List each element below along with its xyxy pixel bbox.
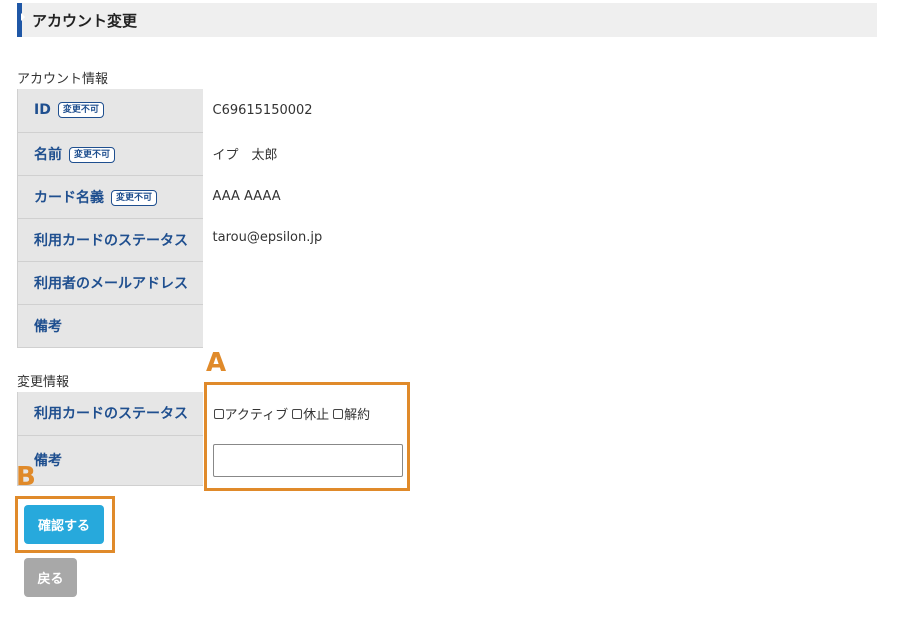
annotation-box-a: [204, 382, 410, 491]
row-value-id: C69615150002: [212, 103, 313, 118]
row-label-id: ID 変更不可: [17, 89, 203, 133]
annotation-label-a: A: [206, 348, 227, 378]
confirm-button[interactable]: 確認する: [24, 505, 104, 544]
row-label-name: 名前 変更不可: [17, 132, 203, 176]
account-info-section-label: アカウント情報: [17, 72, 109, 87]
row-value-email: tarou@epsilon.jp: [212, 230, 323, 245]
row-label-email: 利用者のメールアドレス: [17, 261, 203, 305]
header-notch: [21, 13, 25, 21]
locked-badge: 変更不可: [111, 189, 158, 206]
row-label-card-holder: カード名義 変更不可: [17, 175, 203, 219]
change-row-label-memo: 備考: [17, 435, 203, 486]
table-row: ID 変更不可 C69615150002: [17, 89, 323, 133]
row-value-name: イプ 太郎: [212, 148, 278, 163]
change-row-label-status: 利用カードのステータス: [17, 392, 203, 436]
change-info-section-label: 変更情報: [17, 375, 70, 390]
row-label-memo: 備考: [17, 304, 203, 348]
account-info-table: ID 変更不可 C69615150002 名前 変更不可 イプ 太郎 カード名義 変更…: [17, 89, 323, 348]
page-header: アカウント変更: [17, 3, 877, 37]
table-row: 利用者のメールアドレス: [17, 261, 323, 305]
row-value-empty: [203, 261, 323, 304]
row-value-card-holder: AAA AAAA: [212, 189, 281, 204]
locked-badge: 変更不可: [57, 102, 104, 119]
back-button[interactable]: 戻る: [24, 558, 77, 597]
annotation-label-b: B: [16, 462, 36, 492]
locked-badge: 変更不可: [69, 146, 116, 163]
table-row: 利用カードのステータス tarou@epsilon.jp: [17, 218, 323, 262]
table-row: 備考: [17, 304, 323, 348]
row-label-card-status: 利用カードのステータス: [17, 218, 203, 262]
row-value-memo: [203, 304, 323, 347]
page-title: アカウント変更: [32, 12, 138, 30]
table-row: カード名義 変更不可 AAA AAAA: [17, 175, 323, 219]
table-row: 名前 変更不可 イプ 太郎: [17, 132, 323, 176]
